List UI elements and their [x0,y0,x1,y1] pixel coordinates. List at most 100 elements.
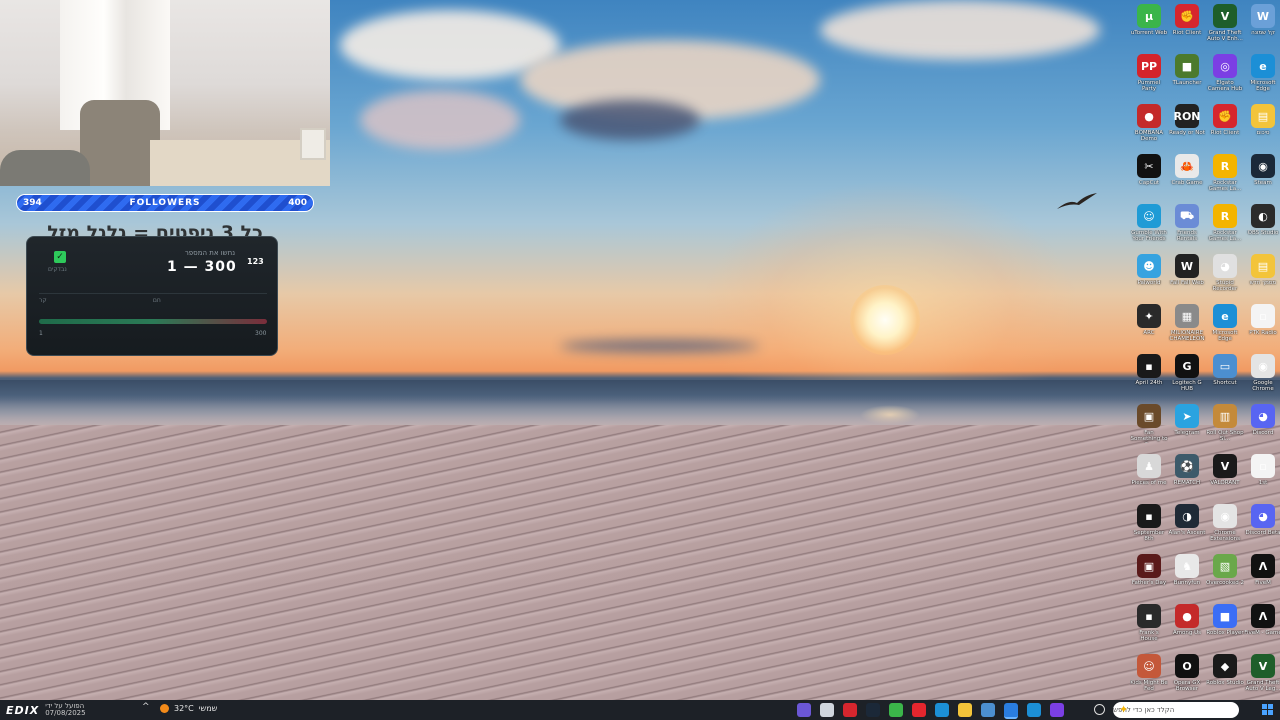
app-icon: W [1251,4,1275,28]
app-icon: PP [1137,54,1161,78]
desktop-icon[interactable]: R Rockstar Games La... [1206,202,1244,252]
app-icon: ▫ [1251,454,1275,478]
desktop-icon-label: Friends Rentals [1176,230,1198,242]
desktop-icon[interactable]: ◉ Steam [1244,152,1280,202]
desktop-icon[interactable]: ▧ Overcooked 2 [1206,552,1244,602]
taskbar-app-icon[interactable] [935,703,949,717]
desktop-icon[interactable]: ■ Roblox Player [1206,602,1244,652]
desktop-icon[interactable]: e Microsoft Edge [1206,302,1244,352]
app-icon: ● [1137,104,1161,128]
desktop-icon-label: Grand Theft Auto V Enh... [1207,30,1243,42]
desktop-icon-label: Discord Beta [1245,530,1280,536]
desktop-icon-label: מסמך חדש [1249,280,1277,286]
windows-start-icon[interactable] [1262,704,1273,715]
app-icon: W [1175,254,1199,278]
cloud [560,100,700,140]
desktop-icon[interactable]: ⛟ Friends Rentals [1168,202,1206,252]
desktop-icon[interactable]: ✊ Riot Client [1168,2,1206,52]
desktop-icon-label: Discord [1252,430,1274,436]
cloud [820,0,1100,60]
desktop-icon[interactable]: ▦ MILIONAIRE CHAMELEON [1168,302,1206,352]
desktop-icon[interactable]: ▥ Roll Out Shop Si... [1206,402,1244,452]
desktop-icon[interactable]: W Fall Fall Web [1168,252,1206,302]
desktop-icon[interactable]: ☺ Kids Might Be Fed [1130,652,1168,702]
taskbar-app-icon[interactable] [866,703,880,717]
desktop-icon[interactable]: O Opera GX Browser [1168,652,1206,702]
desktop-icon[interactable]: ◐ OBS Studio [1244,202,1280,252]
desktop-icon[interactable]: ♞ Bunnyfun [1168,552,1206,602]
app-icon: ◎ [1213,54,1237,78]
chevron-up-icon[interactable]: ^ [142,702,150,712]
desktop-icon[interactable]: ◆ Roblox Studio [1206,652,1244,702]
app-icon: ▦ [1175,304,1199,328]
app-icon: V [1213,4,1237,28]
desktop-icon[interactable]: ☺ Gumble With Your Friends [1130,202,1168,252]
desktop-icon[interactable]: ◕ Discord [1244,402,1280,452]
desktop-icon-label: Ready or Not [1169,130,1205,136]
cortana-icon[interactable] [1094,704,1105,715]
desktop-icon[interactable]: G Logitech G HUB [1168,352,1206,402]
desktop-icon[interactable]: ◕ Stupid Recorder [1206,252,1244,302]
desktop-icon[interactable]: ✊ Riot Client [1206,102,1244,152]
desktop-icon[interactable]: ▫ PTK Radio [1244,302,1280,352]
app-icon: V [1213,454,1237,478]
desktop-icon[interactable]: V Grand Theft Auto V Enh... [1206,2,1244,52]
picture-frame [300,128,326,160]
taskbar-app-icon[interactable] [797,703,811,717]
desktop-icon[interactable]: ✦ ARC [1130,302,1168,352]
desktop-icon[interactable]: ■ TLauncher [1168,52,1206,102]
weather-widget[interactable]: 32°C שמשי [160,704,217,713]
taskbar-app-icon[interactable] [1050,703,1064,717]
desktop-icon[interactable]: PP Pummel Party [1130,52,1168,102]
desktop-icon[interactable]: ▤ סיכום [1244,102,1280,152]
desktop-icon[interactable]: ▣ Father's Day [1130,552,1168,602]
desktop-icon[interactable]: R Rockstar Games La... [1206,152,1244,202]
taskbar-app-icon[interactable] [1004,703,1018,719]
taskbar-app-icon[interactable] [958,703,972,717]
desktop-icon[interactable]: Λ FiveM - Game [1244,602,1280,652]
taskbar-app-icon[interactable] [889,703,903,717]
desktop-icon[interactable]: W קל שמונה [1244,2,1280,52]
desktop-icon[interactable]: RON Ready or Not [1168,102,1206,152]
taskbar-app-icon[interactable] [912,703,926,717]
desktop-icon[interactable]: 🦀 Crab Game [1168,152,1206,202]
taskbar-news-widget[interactable]: EDIX הפועל על ידי 07/08/2025 [6,703,86,717]
taskbar-app-icon[interactable] [843,703,857,717]
taskbar-app-icon[interactable] [1027,703,1041,717]
desktop-icon[interactable]: e Microsoft Edge [1244,52,1280,102]
desktop-icon[interactable]: V Grand Theft Auto V Leg... [1244,652,1280,702]
desktop-icon[interactable]: ♟ Pieces of me [1130,452,1168,502]
desktop-icon[interactable]: ▭ Shortcut [1206,352,1244,402]
desktop-icon[interactable]: ➤ Telegram [1168,402,1206,452]
hot-label: חם [152,297,161,304]
app-icon: ▣ [1137,554,1161,578]
desktop-icon[interactable]: ▫ 1st [1244,452,1280,502]
desktop-icon[interactable]: ◉ Chrome Extensions [1206,502,1244,552]
desktop-icon[interactable]: Λ FiveM [1244,552,1280,602]
desktop-icon[interactable]: ◉ Google Chrome [1244,352,1280,402]
widget-range: 1 — 300 [167,259,237,275]
app-icon: ♞ [1175,554,1199,578]
desktop-icon[interactable]: ◕ Discord Beta [1244,502,1280,552]
taskbar-app-icon[interactable] [820,703,834,717]
desktop-icon[interactable]: ▤ מסמך חדש [1244,252,1280,302]
desktop-icon[interactable]: ⚽ REMATCH [1168,452,1206,502]
app-icon: ■ [1175,54,1199,78]
desktop-icon[interactable]: µ uTorrent Web [1130,2,1168,52]
desktop-icon[interactable]: ▣ Fan Something to 6... [1130,402,1168,452]
sun [850,285,920,355]
cloud [360,90,520,150]
desktop-icon[interactable]: ✂ CapCut [1130,152,1168,202]
desktop-icon[interactable]: ▪ Frank's House [1130,602,1168,652]
desktop-icon[interactable]: ▪ September 8th [1130,502,1168,552]
desktop-icon[interactable]: V VALORANT [1206,452,1244,502]
desktop-icon-label: Shortcut [1213,380,1237,386]
desktop-icon[interactable]: ◎ Elgato Camera Hub [1206,52,1244,102]
desktop-icon[interactable]: ▪ April 24th [1130,352,1168,402]
desktop-icon[interactable]: ● Among Us [1168,602,1206,652]
desktop-icon[interactable]: ◑ Alan's Ascent [1168,502,1206,552]
taskbar-app-icon[interactable] [981,703,995,717]
desktop-icon[interactable]: ● BOMBANA Demo [1130,102,1168,152]
desktop-icon[interactable]: ☻ Palworld [1130,252,1168,302]
taskbar-search[interactable]: ✦ הקלד כאן כדי לחפש [1113,702,1239,718]
